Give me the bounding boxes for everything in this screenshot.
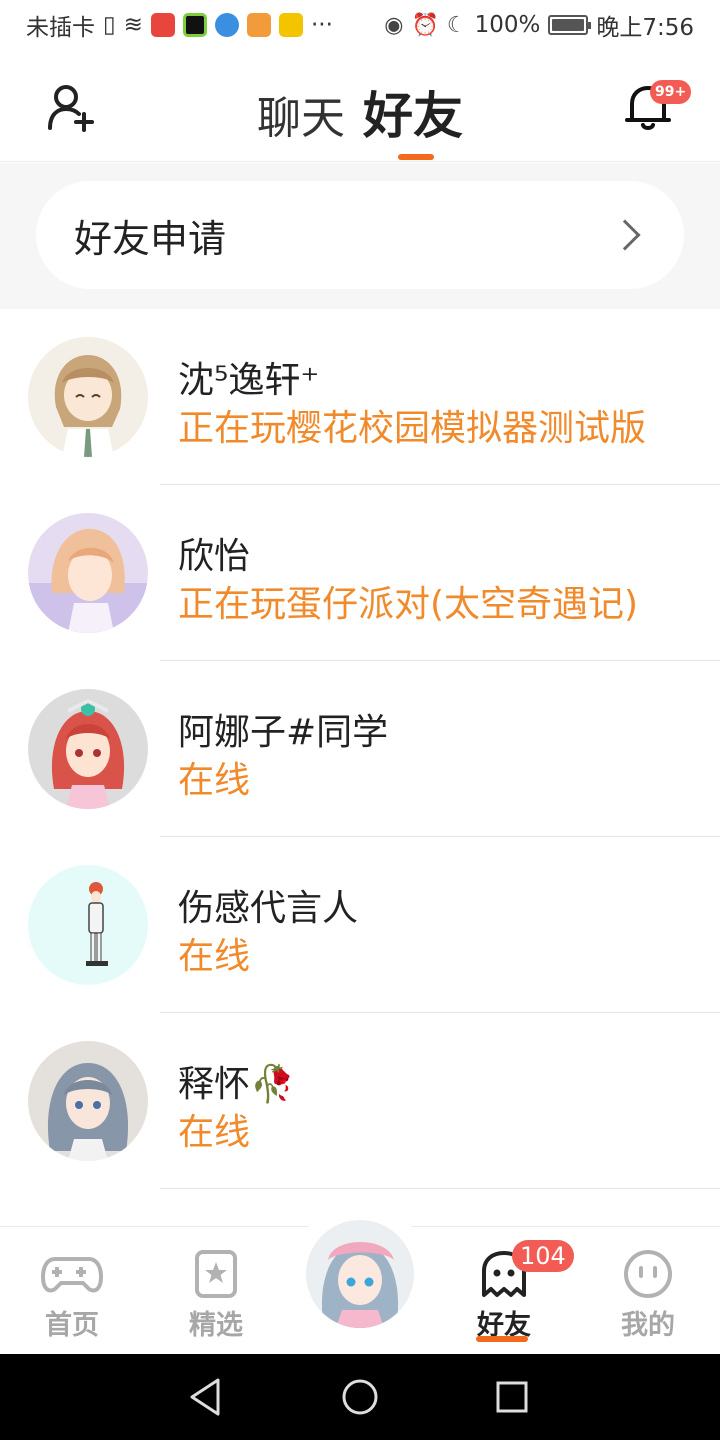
friend-name: 伤感代言人: [178, 888, 359, 929]
friend-name: 释怀🥀: [178, 1064, 295, 1105]
battery-percent: 100%: [474, 12, 541, 38]
friend-row[interactable]: 欣怡 正在玩蛋仔派对(太空奇遇记): [0, 485, 720, 661]
smiley-icon: [624, 1250, 672, 1298]
friend-request-label: 好友申请: [74, 216, 227, 261]
top-tabs: 聊天 好友: [0, 76, 720, 148]
app-notification-icon: [214, 13, 239, 37]
notification-badge: 99+: [650, 80, 692, 104]
system-nav-bar: [0, 1354, 720, 1440]
app-notification-icon: [182, 13, 207, 37]
friend-name: 欣怡: [178, 536, 251, 577]
divider: [160, 1188, 720, 1189]
top-header: 聊天 好友 99+: [0, 50, 720, 162]
star-bookmark-icon: [195, 1250, 237, 1298]
friend-status: 正在玩蛋仔派对(太空奇遇记): [178, 584, 639, 625]
alarm-icon: ⏰: [411, 12, 439, 38]
gamepad-icon: [41, 1257, 103, 1293]
sim-icon: ▯: [103, 12, 116, 38]
back-icon[interactable]: [180, 1372, 230, 1422]
nav-home[interactable]: 首页: [0, 1227, 144, 1355]
app-notification-icon: [150, 13, 175, 37]
nav-featured[interactable]: 精选: [144, 1227, 288, 1355]
recents-icon[interactable]: [487, 1372, 537, 1422]
home-icon[interactable]: [335, 1372, 385, 1422]
carrier-text: 未插卡: [26, 15, 95, 41]
battery-icon: [548, 15, 592, 35]
moon-icon: ☾: [446, 12, 467, 38]
friend-status: 在线: [178, 1112, 251, 1153]
nav-label: 首页: [45, 1310, 99, 1341]
app-notification-icon: [278, 13, 303, 37]
friend-name: 沈⁵逸轩⁺: [178, 360, 320, 401]
friend-row[interactable]: 沈⁵逸轩⁺ 正在玩樱花校园模拟器测试版: [0, 309, 720, 485]
wilted-rose-icon: 🥀: [250, 1064, 295, 1105]
friend-avatar: [28, 337, 148, 457]
nav-label: 精选: [189, 1310, 243, 1341]
friend-status: 在线: [178, 936, 251, 977]
clock: 晚上7:56: [596, 15, 694, 41]
friend-row[interactable]: 释怀🥀 在线: [0, 1013, 720, 1189]
active-tab-indicator: [398, 154, 434, 160]
friend-avatar: [28, 865, 148, 985]
friend-row[interactable]: 伤感代言人 在线: [0, 837, 720, 1013]
nav-label: 我的: [621, 1310, 675, 1341]
friends-badge: 104: [512, 1240, 574, 1272]
friend-avatar: [28, 689, 148, 809]
active-nav-indicator: [476, 1336, 528, 1342]
more-notifications-icon: ···: [310, 12, 333, 38]
friend-request-button[interactable]: 好友申请: [36, 181, 684, 289]
friend-row[interactable]: 阿娜子#同学 在线: [0, 661, 720, 837]
my-avatar-button[interactable]: [306, 1220, 414, 1328]
friend-list: 沈⁵逸轩⁺ 正在玩樱花校园模拟器测试版 欣怡 正在玩蛋仔派对(太空奇遇记) 阿娜…: [0, 309, 720, 1189]
chevron-right-icon: [609, 219, 641, 251]
nav-me[interactable]: 我的: [576, 1227, 720, 1355]
friend-status: 在线: [178, 760, 251, 801]
eye-icon: ◉: [384, 12, 404, 38]
tab-chat[interactable]: 聊天: [257, 82, 345, 146]
friend-status: 正在玩樱花校园模拟器测试版: [178, 408, 647, 449]
friend-avatar: [28, 513, 148, 633]
app-notification-icon: [246, 13, 271, 37]
tab-friends[interactable]: 好友: [363, 76, 463, 148]
wifi-icon: ≋: [123, 12, 143, 38]
friend-name: 阿娜子#同学: [178, 712, 389, 753]
friend-avatar: [28, 1041, 148, 1161]
status-bar: 未插卡 ▯ ≋ ··· ◉ ⏰ ☾ 100% 晚上7:56: [0, 0, 720, 50]
friend-request-section: 好友申请: [0, 163, 720, 309]
